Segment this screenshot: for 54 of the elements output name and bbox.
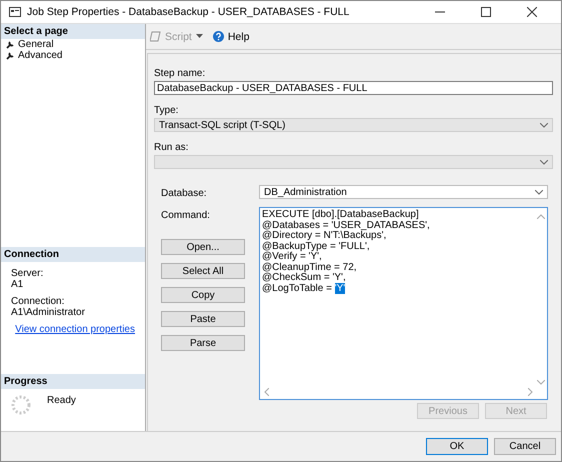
database-dropdown[interactable]: DB_Administration	[259, 185, 548, 199]
close-icon[interactable]	[527, 7, 537, 17]
section-header: Progress	[1, 374, 145, 389]
command-button[interactable]: Parse	[161, 335, 245, 351]
code-line: @CleanupTime = 72,	[262, 262, 358, 272]
help-icon[interactable]	[212, 31, 224, 42]
field-label: Database:	[161, 187, 208, 199]
dialog-button[interactable]: Cancel	[494, 438, 556, 455]
scroll-right-icon[interactable]	[528, 388, 533, 396]
connection-label: Connection:	[11, 296, 66, 307]
page-item[interactable]: Advanced	[18, 50, 62, 61]
type-dropdown[interactable]: Transact-SQL script (T-SQL)	[154, 118, 553, 132]
scroll-left-icon[interactable]	[264, 388, 269, 396]
scroll-up-icon[interactable]	[537, 214, 545, 219]
window-icon	[9, 7, 21, 17]
server-label: Server:	[11, 268, 44, 279]
wrench-icon	[6, 40, 15, 49]
chevron-down-icon	[535, 190, 543, 194]
connection-value: A1\Administrator	[11, 307, 86, 318]
view-connection-link[interactable]: View connection properties	[15, 324, 135, 335]
progress-status: Ready	[47, 395, 76, 406]
run-as-dropdown[interactable]	[154, 155, 553, 169]
maximize-icon[interactable]	[481, 7, 491, 17]
command-button[interactable]: Copy	[161, 287, 245, 303]
scroll-down-icon[interactable]	[537, 380, 545, 385]
code-line: @Databases = 'USER_DATABASES',	[262, 220, 431, 230]
server-value: A1	[11, 279, 24, 290]
window-title: Job Step Properties - DatabaseBackup - USER_DATABASES - FULL	[27, 6, 350, 18]
code-line: @BackupType = 'FULL',	[262, 242, 371, 252]
field-label: Type:	[154, 105, 180, 116]
code-line: @LogToTable = 'Y'	[262, 284, 346, 294]
help-button[interactable]: Help	[228, 30, 250, 42]
code-line: EXECUTE [dbo].[DatabaseBackup]	[262, 210, 420, 220]
command-button[interactable]: Select All	[161, 263, 245, 279]
chevron-down-icon	[540, 160, 548, 164]
section-header: Connection	[1, 247, 145, 262]
command-editor[interactable]: EXECUTE [dbo].[DatabaseBackup] @Databases = 'USER_DATABASES', @Directory = N'T:\Backups', @BackupType = 'FULL', @Verify = 'Y', @CleanupTime = 72, @CheckSum = 'Y', @LogToTable = 'Y'	[259, 207, 548, 400]
script-icon[interactable]	[150, 31, 161, 42]
field-label: Step name:	[154, 68, 206, 79]
chevron-down-icon	[540, 122, 548, 128]
code-line: @CheckSum = 'Y',	[262, 273, 347, 284]
command-button[interactable]: Open...	[161, 239, 245, 255]
field-label: Command:	[161, 209, 211, 221]
dropdown-arrow-icon[interactable]	[196, 34, 203, 39]
wrench-icon	[6, 51, 15, 60]
code-line: @Verify = 'Y',	[262, 252, 322, 262]
page-item[interactable]: General	[18, 39, 54, 50]
field-label: Run as:	[154, 142, 190, 153]
step-name-field[interactable]: DatabaseBackup - USER_DATABASES - FULL	[154, 81, 553, 95]
dialog-button[interactable]: OK	[426, 438, 488, 455]
section-header: Select a page	[1, 24, 145, 39]
code-line: @Directory = N'T:\Backups',	[262, 231, 388, 242]
spinner-icon	[11, 395, 31, 415]
command-button[interactable]: Paste	[161, 311, 245, 327]
